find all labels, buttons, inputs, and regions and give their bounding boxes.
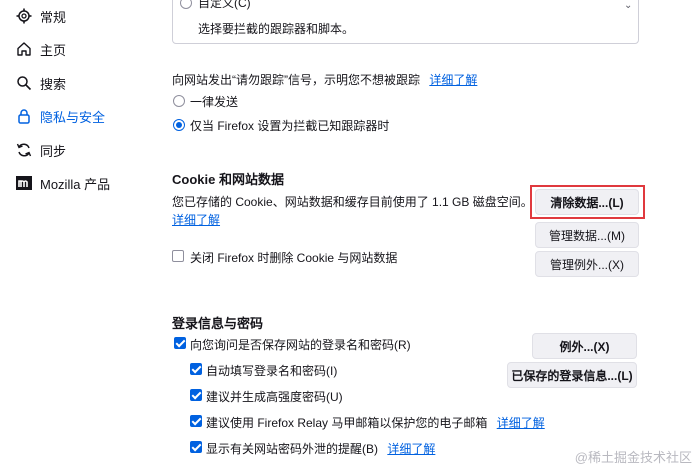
custom-label: 自定义(C) — [198, 0, 251, 10]
suggest-strong-passwords-checkbox[interactable] — [190, 389, 202, 401]
dnt-only-when-blocking-radio[interactable] — [173, 119, 185, 131]
sidebar-item-label: 常规 — [40, 9, 67, 25]
dnt-always-label: 一律发送 — [190, 95, 239, 109]
saved-logins-button[interactable]: 已保存的登录信息...(L) — [507, 362, 637, 388]
breach-alerts-checkbox[interactable] — [190, 441, 202, 453]
mozilla-logo-icon — [14, 173, 34, 193]
relay-learn-more-link[interactable]: 详细了解 — [497, 416, 545, 430]
dnt-always-radio[interactable] — [173, 95, 185, 107]
sidebar-item-sync[interactable]: 同步 — [14, 137, 66, 163]
sidebar-item-mozilla-products[interactable]: Mozilla 产品 — [14, 170, 110, 196]
sidebar-item-label: 主页 — [40, 42, 67, 58]
login-exceptions-button[interactable]: 例外...(X) — [532, 333, 637, 359]
manage-data-button[interactable]: 管理数据...(M) — [535, 222, 639, 248]
watermark-text: @稀土掘金技术社区 — [574, 450, 692, 465]
delete-on-close-label: 关闭 Firefox 时删除 Cookie 与网站数据 — [190, 251, 398, 265]
chevron-down-icon[interactable]: ⌄ — [624, 0, 632, 11]
relay-checkbox[interactable] — [190, 415, 202, 427]
dnt-text: 向网站发出“请勿跟踪”信号，示明您不想被跟踪 详细了解 — [172, 73, 478, 87]
sidebar-item-search[interactable]: 搜索 — [14, 70, 66, 96]
highlight-box — [530, 185, 645, 219]
logins-heading: 登录信息与密码 — [172, 316, 264, 331]
autofill-label: 自动填写登录名和密码(I) — [206, 364, 338, 378]
autofill-checkbox[interactable] — [190, 363, 202, 375]
relay-label: 建议使用 Firefox Relay 马甲邮箱以保护您的电子邮箱 详细了解 — [206, 416, 545, 430]
home-icon — [14, 39, 34, 59]
cookies-usage-text: 您已存储的 Cookie、网站数据和缓存目前使用了 1.1 GB 磁盘空间。 — [172, 195, 533, 209]
custom-description: 选择要拦截的跟踪器和脚本。 — [198, 22, 355, 36]
manage-exceptions-button[interactable]: 管理例外...(X) — [535, 251, 639, 277]
sidebar-item-privacy-security[interactable]: 隐私与安全 — [14, 103, 105, 129]
gear-icon — [14, 6, 34, 26]
breach-alerts-label: 显示有关网站密码外泄的提醒(B) 详细了解 — [206, 442, 436, 456]
sync-icon — [14, 140, 34, 160]
dnt-learn-more-link[interactable]: 详细了解 — [429, 73, 477, 87]
sidebar-item-label: 搜索 — [40, 76, 67, 92]
delete-on-close-checkbox[interactable] — [172, 250, 184, 262]
lock-icon — [14, 106, 34, 126]
ask-to-save-checkbox[interactable] — [174, 337, 186, 349]
sidebar-item-general[interactable]: 常规 — [14, 3, 66, 29]
sidebar-item-label: 同步 — [40, 143, 67, 159]
suggest-strong-passwords-label: 建议并生成高强度密码(U) — [206, 390, 343, 404]
sidebar-item-label: 隐私与安全 — [40, 109, 106, 125]
dnt-only-when-blocking-label: 仅当 Firefox 设置为拦截已知跟踪器时 — [190, 119, 390, 133]
breach-learn-more-link[interactable]: 详细了解 — [387, 442, 435, 456]
sidebar-item-home[interactable]: 主页 — [14, 36, 66, 62]
sidebar-item-label: Mozilla 产品 — [40, 176, 111, 192]
ask-to-save-label: 向您询问是否保存网站的登录名和密码(R) — [190, 338, 411, 352]
search-icon — [14, 73, 34, 93]
cookies-heading: Cookie 和网站数据 — [172, 172, 284, 187]
cookies-learn-more-link[interactable]: 详细了解 — [172, 211, 220, 228]
